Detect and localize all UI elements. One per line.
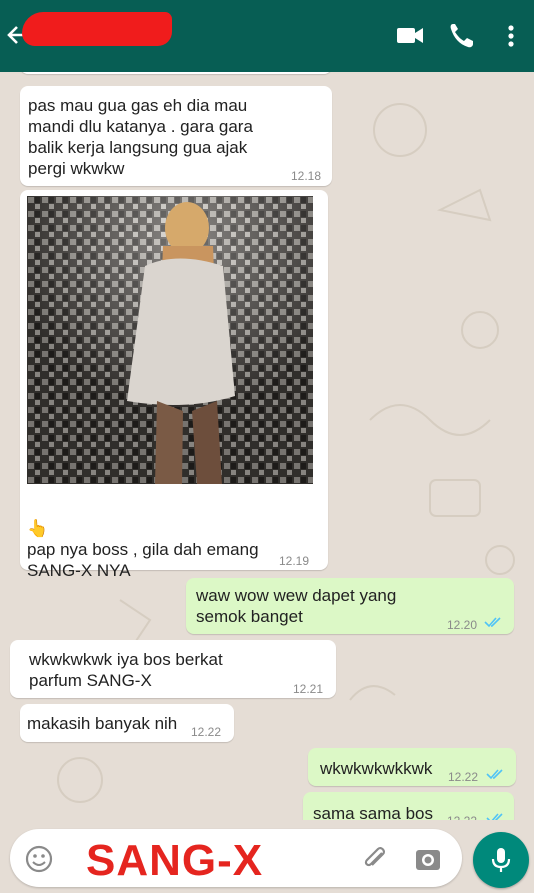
phone-icon[interactable] bbox=[448, 20, 474, 55]
message-time: 12.21 bbox=[293, 682, 324, 696]
message-bubble-incoming[interactable]: makasih banyak nih 12.22 bbox=[20, 704, 234, 742]
emoji-icon[interactable] bbox=[24, 844, 54, 879]
message-bubble-incoming[interactable]: pas mau gua gas eh dia mau mandi dlu kat… bbox=[20, 86, 332, 186]
message-text: pas mau gua gas eh dia mau mandi dlu kat… bbox=[28, 96, 253, 178]
mic-button[interactable] bbox=[473, 832, 529, 888]
message-bubble-outgoing[interactable]: wkwkwkwkkwk 12.22 bbox=[308, 748, 516, 786]
camera-icon[interactable] bbox=[413, 844, 443, 879]
video-call-icon[interactable] bbox=[396, 20, 424, 55]
message-time: 12.20 bbox=[447, 618, 478, 632]
message-time: 12.19 bbox=[279, 554, 310, 568]
message-time: 12.22 bbox=[448, 770, 479, 784]
shared-photo[interactable] bbox=[27, 196, 313, 484]
read-ticks-icon bbox=[484, 617, 501, 628]
attach-icon[interactable] bbox=[360, 843, 390, 880]
message-bubble-outgoing[interactable]: sama sama bos 12.22 bbox=[303, 792, 514, 820]
message-time: 12.18 bbox=[291, 169, 322, 183]
clip-area: sama sama bos 12.22 bbox=[0, 790, 534, 820]
overlay-brand-text: SANG-X bbox=[86, 836, 264, 885]
message-bubble-outgoing[interactable]: waw wow wew dapet yang semok banget 12.2… bbox=[186, 578, 514, 634]
message-time: 12.22 bbox=[447, 811, 477, 820]
message-text: makasih banyak nih bbox=[27, 714, 178, 733]
message-bubble-incoming[interactable]: wkwkwkwk iya bos berkat parfum SANG-X 12… bbox=[10, 640, 336, 698]
more-vert-icon[interactable] bbox=[506, 20, 516, 55]
message-text: wkwkwkwkkwk bbox=[320, 759, 433, 778]
read-ticks-icon bbox=[486, 813, 503, 820]
contact-name[interactable]: redacted bbox=[22, 6, 182, 52]
chat-header: redacted bbox=[0, 0, 534, 72]
message-text: sama sama bos bbox=[313, 804, 433, 820]
pointing-up-emoji: 👆 bbox=[27, 519, 49, 538]
message-text: wkwkwkwk iya bos berkat parfum SANG-X bbox=[29, 650, 223, 690]
message-time: 12.22 bbox=[191, 725, 222, 739]
mic-icon bbox=[491, 848, 511, 872]
message-text: 👆 pap nya boss , gila dah emang SANG-X N… bbox=[27, 519, 259, 580]
read-ticks-icon bbox=[486, 769, 503, 780]
